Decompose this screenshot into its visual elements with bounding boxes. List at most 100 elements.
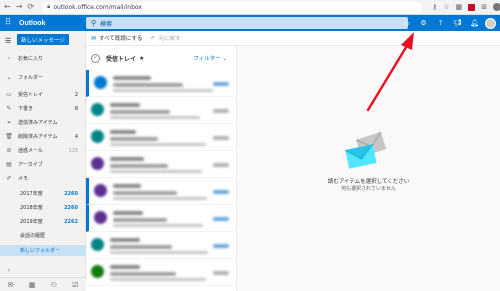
tasks-icon[interactable]: ☑ bbox=[72, 281, 78, 289]
reading-pane: 読むアイテムを選択してください 何も選択されていません bbox=[237, 46, 500, 291]
calendar-icon[interactable]: ▦ bbox=[29, 281, 36, 289]
avatar bbox=[94, 211, 107, 224]
avatar bbox=[94, 184, 107, 197]
unread-count: 2260 bbox=[64, 190, 78, 197]
reload-icon[interactable]: ⟳ bbox=[27, 3, 34, 11]
list-item[interactable] bbox=[86, 232, 237, 259]
undo-icon: ↶ bbox=[150, 34, 156, 42]
search-box[interactable]: ⚲ 検索 bbox=[86, 17, 408, 29]
favorite-star-icon[interactable]: ★ bbox=[139, 55, 144, 62]
extension-icon[interactable]: ▦ bbox=[456, 3, 463, 11]
address-bar[interactable]: 🔒︎ outlook.office.com/mail/inbox bbox=[42, 1, 423, 13]
list-item[interactable] bbox=[86, 205, 237, 232]
note-icon: ✐ bbox=[6, 175, 12, 182]
nav-folders-label: フォルダー bbox=[18, 75, 44, 81]
nav-favorites-label: お気に入り bbox=[18, 56, 44, 62]
unread-count: 2262 bbox=[64, 218, 78, 225]
sidebar-item-2018[interactable]: 2018年度 2260 bbox=[0, 202, 86, 213]
envelope-illustration-icon bbox=[345, 131, 387, 169]
megaphone-icon[interactable]: 📢︎ bbox=[449, 19, 466, 27]
sidebar-item-label: 下書き bbox=[18, 106, 34, 112]
back-icon[interactable]: ← bbox=[4, 3, 11, 11]
select-all-checkbox[interactable]: ✓ bbox=[91, 53, 100, 63]
unread-count: 2260 bbox=[64, 204, 78, 211]
envelope-open-icon: ✉ bbox=[91, 34, 97, 42]
app-title[interactable]: Outlook bbox=[19, 20, 81, 27]
sidebar-item-inbox[interactable]: ▭ 受信トレイ 2 bbox=[0, 89, 86, 100]
gear-icon[interactable]: ⚙ bbox=[415, 19, 432, 27]
sidebar-item-label: 受信トレイ bbox=[18, 92, 44, 98]
filter-button[interactable]: フィルター ⌄ bbox=[193, 54, 227, 62]
sidebar-item-label: 迷惑メール bbox=[18, 148, 44, 154]
nav-groups-collapsed[interactable]: › bbox=[0, 265, 86, 276]
sidebar-item-deleted[interactable]: 🗑︎ 削除済みアイテム 4 bbox=[0, 131, 86, 142]
sidebar-item-label: メモ bbox=[18, 176, 29, 182]
sidebar-item-sent[interactable]: ➢ 送信済みアイテム bbox=[0, 117, 86, 128]
send-icon: ➢ bbox=[6, 119, 12, 126]
chevron-right-icon: › bbox=[7, 55, 11, 62]
empty-state-title: 読むアイテムを選択してください bbox=[327, 179, 410, 185]
forward-icon[interactable]: → bbox=[16, 3, 23, 11]
module-switcher: ✉ ▦ ⚇ ☑ bbox=[0, 277, 86, 291]
list-item[interactable] bbox=[86, 70, 237, 97]
browser-extensions: ⚷ ☆ ▦ ⊞ ⋮ bbox=[432, 3, 500, 11]
mark-all-read-button[interactable]: ✉ すべて既読にする bbox=[91, 34, 143, 43]
mark-all-read-label: すべて既読にする bbox=[99, 36, 143, 42]
browser-nav: ← → ⟳ bbox=[0, 3, 34, 11]
outlook-header: ⠿ Outlook ⚲ 検索 ▭ ⚙ ? 📢︎ 🔔︎ bbox=[0, 15, 500, 31]
avatar bbox=[91, 238, 104, 251]
search-placeholder: 検索 bbox=[100, 20, 113, 28]
list-item[interactable] bbox=[86, 97, 237, 124]
sidebar-item-drafts[interactable]: ✎ 下書き 8 bbox=[0, 103, 86, 114]
hamburger-icon[interactable]: ☰ bbox=[5, 37, 11, 45]
unread-count: 8 bbox=[74, 105, 78, 112]
search-icon: ⚲ bbox=[91, 19, 97, 27]
avatar bbox=[91, 130, 104, 143]
sidebar-item-conversation-history[interactable]: 会話の履歴 bbox=[0, 230, 86, 241]
bell-icon[interactable]: 🔔︎ bbox=[466, 19, 483, 27]
inbox-icon: ▭ bbox=[6, 91, 12, 98]
sidebar-item-2017[interactable]: 2017年度 2260 bbox=[0, 188, 86, 199]
star-icon[interactable]: ☆ bbox=[443, 3, 449, 11]
new-folder-link[interactable]: 新しいフォルダー bbox=[0, 245, 86, 256]
unread-count: 2 bbox=[74, 91, 78, 98]
sidebar-item-2019[interactable]: 2019年度 2262 bbox=[0, 216, 86, 227]
key-icon[interactable]: ⚷ bbox=[432, 3, 437, 11]
meet-now-icon[interactable]: ▭ bbox=[398, 19, 415, 27]
sidebar-item-label: 2018年度 bbox=[20, 205, 43, 211]
sidebar-item-label: 削除済みアイテム bbox=[18, 134, 58, 140]
undo-button[interactable]: ↶ 元に戻す bbox=[150, 34, 181, 43]
help-icon[interactable]: ? bbox=[432, 19, 449, 27]
puzzle-icon[interactable]: ⊞ bbox=[481, 3, 487, 11]
list-item[interactable] bbox=[86, 124, 237, 151]
list-item[interactable] bbox=[86, 178, 237, 205]
sidebar-item-notes[interactable]: ✐ メモ bbox=[0, 173, 86, 184]
new-folder-label: 新しいフォルダー bbox=[20, 248, 61, 254]
message-list: ✓ 受信トレイ ★ フィルター ⌄ bbox=[86, 46, 237, 291]
nav-favorites[interactable]: › お気に入り bbox=[0, 53, 86, 64]
extension-red-icon[interactable] bbox=[468, 3, 476, 11]
sidebar-item-label: 2019年度 bbox=[20, 219, 43, 225]
avatar bbox=[94, 76, 107, 89]
mail-icon[interactable]: ✉ bbox=[8, 281, 14, 289]
pencil-icon: ✎ bbox=[6, 105, 12, 112]
avatar bbox=[91, 103, 104, 116]
profile-avatar-icon[interactable] bbox=[493, 3, 500, 11]
list-item[interactable] bbox=[86, 151, 237, 178]
people-icon[interactable]: ⚇ bbox=[51, 281, 57, 289]
app-launcher-icon[interactable]: ⠿ bbox=[0, 15, 16, 31]
chevron-right-icon: › bbox=[7, 267, 11, 274]
command-bar: ✉ すべて既読にする ↶ 元に戻す bbox=[86, 31, 500, 46]
nav-folders[interactable]: ⌄ フォルダー bbox=[0, 72, 86, 83]
new-message-button[interactable]: 新しいメッセージ bbox=[17, 34, 69, 45]
undo-label: 元に戻す bbox=[158, 36, 181, 42]
sidebar-item-label: 送信済みアイテム bbox=[18, 120, 58, 126]
sidebar-item-archive[interactable]: ▤ アーカイブ bbox=[0, 159, 86, 170]
filter-label: フィルター bbox=[193, 56, 221, 62]
list-item[interactable] bbox=[86, 259, 237, 286]
account-avatar[interactable] bbox=[485, 17, 496, 29]
blocked-icon: ⊘ bbox=[6, 147, 12, 154]
folder-pane: ☰ 新しいメッセージ › お気に入り ⌄ フォルダー ▭ 受信トレイ 2 ✎ 下… bbox=[0, 31, 86, 277]
sidebar-item-label: アーカイブ bbox=[18, 162, 43, 168]
sidebar-item-junk[interactable]: ⊘ 迷惑メール 115 bbox=[0, 145, 86, 156]
